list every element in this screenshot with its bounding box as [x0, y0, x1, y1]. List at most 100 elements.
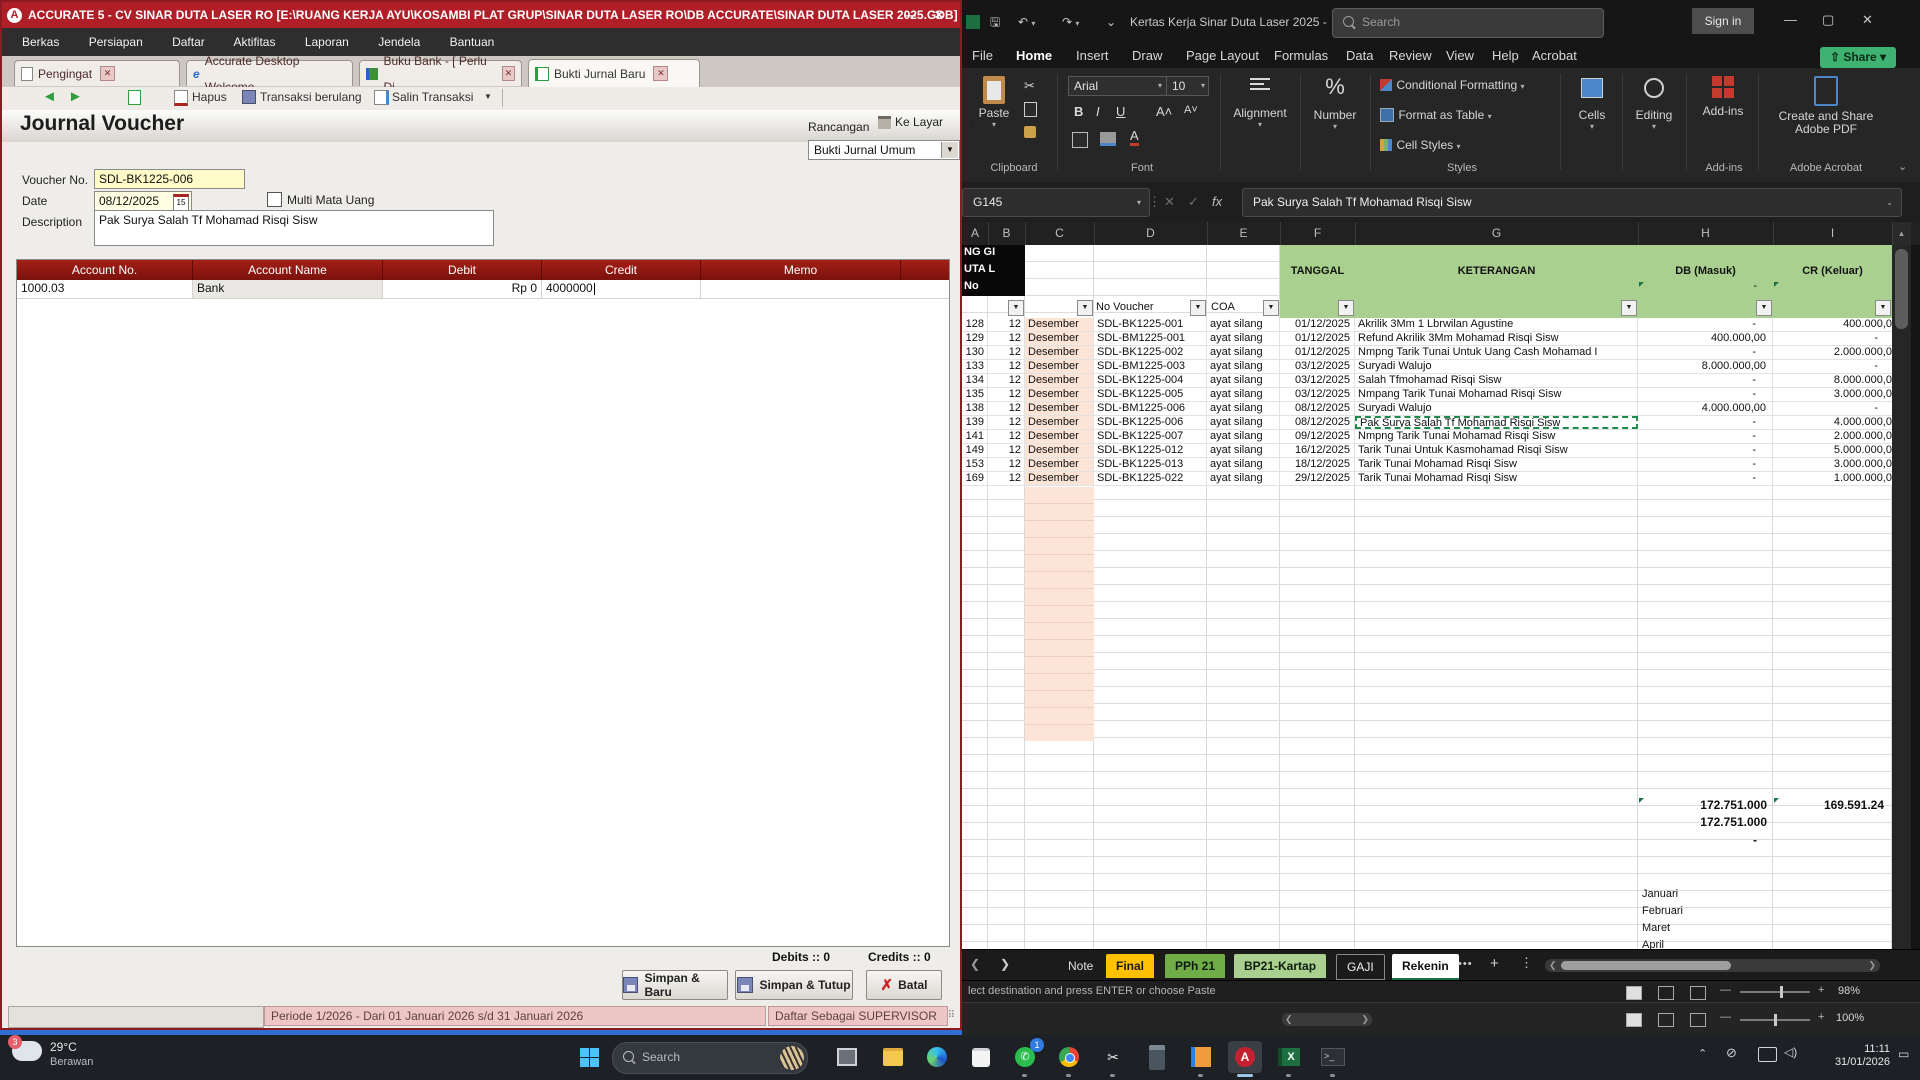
copy-page-icon[interactable]: [128, 90, 141, 105]
collapse-ribbon-icon[interactable]: ⌄: [1898, 160, 1907, 173]
cell-voucher[interactable]: SDL-BM1225-006: [1094, 402, 1207, 415]
cell-account-no[interactable]: 1000.03: [17, 280, 193, 298]
sheet-tab-gaji[interactable]: GAJI: [1336, 954, 1385, 980]
cell-date[interactable]: 03/12/2025: [1280, 374, 1355, 387]
sheet-row-153[interactable]: 15312DesemberSDL-BK1225-013ayat silang18…: [962, 458, 1892, 472]
tab-bukti-jurnal-baru[interactable]: Bukti Jurnal Baru✕: [528, 59, 700, 87]
cell-no[interactable]: 169: [962, 472, 988, 485]
weather-icon[interactable]: 3: [12, 1041, 42, 1061]
task-view-icon[interactable]: [830, 1041, 864, 1073]
fx-icon[interactable]: fx: [1212, 194, 1222, 209]
cell-db[interactable]: -: [1638, 416, 1773, 429]
column-header-C[interactable]: C: [1025, 222, 1095, 245]
normal-view-icon[interactable]: [1626, 986, 1642, 1000]
template-select[interactable]: Bukti Jurnal Umum ▼: [808, 140, 960, 160]
column-header-F[interactable]: F: [1280, 222, 1356, 245]
cell-db[interactable]: 400.000,00: [1638, 332, 1773, 345]
tab-draw[interactable]: Draw: [1130, 44, 1164, 68]
cell-desc[interactable]: Tarik Tunai Mohamad Risqi Sisw: [1355, 458, 1638, 471]
scroll-left-icon[interactable]: ❮: [1549, 959, 1557, 972]
cell-date[interactable]: 08/12/2025: [1280, 402, 1355, 415]
menu-berkas[interactable]: Berkas: [22, 35, 59, 49]
add-sheet-icon[interactable]: +: [1490, 955, 1499, 972]
cast-display-icon[interactable]: [1758, 1047, 1777, 1062]
cancel-entry-icon[interactable]: ✕: [1164, 194, 1175, 210]
more-sheets-icon[interactable]: •••: [1458, 958, 1473, 970]
cell-cr[interactable]: -: [1773, 332, 1892, 345]
normal-view-icon[interactable]: [1626, 1013, 1642, 1027]
cell-cr[interactable]: 5.000.000,0: [1773, 444, 1892, 457]
notepad-icon[interactable]: [1184, 1041, 1218, 1073]
bold-button[interactable]: B: [1074, 104, 1083, 119]
cell-coa[interactable]: ayat silang: [1207, 472, 1280, 485]
tab-file[interactable]: File: [970, 44, 995, 68]
cell-db[interactable]: -: [1638, 346, 1773, 359]
cell-voucher[interactable]: SDL-BK1225-007: [1094, 430, 1207, 443]
edge-icon[interactable]: [920, 1041, 954, 1073]
sign-in-button[interactable]: Sign in: [1692, 8, 1754, 34]
cell-month[interactable]: Desember: [1025, 416, 1094, 429]
simpan-baru-button[interactable]: Simpan & Baru: [622, 970, 728, 1000]
confirm-entry-icon[interactable]: ✓: [1188, 194, 1199, 210]
cell-voucher[interactable]: SDL-BK1225-022: [1094, 472, 1207, 485]
menu-daftar[interactable]: Daftar: [172, 35, 205, 49]
cell-no[interactable]: 128: [962, 318, 988, 331]
page-break-view-icon[interactable]: [1690, 986, 1706, 1000]
cell-desc[interactable]: Suryadi Walujo: [1355, 360, 1638, 373]
cell-month[interactable]: Desember: [1025, 318, 1094, 331]
cell-desc[interactable]: Tarik Tunai Untuk Kasmohamad Risqi Sisw: [1355, 444, 1638, 457]
sheet-row-133[interactable]: 13312DesemberSDL-BM1225-003ayat silang03…: [962, 360, 1892, 374]
cell-credit[interactable]: 4000000: [542, 280, 701, 298]
tab-data[interactable]: Data: [1344, 44, 1375, 68]
voucher-no-input[interactable]: SDL-BK1225-006: [94, 169, 245, 189]
cell-month[interactable]: Desember: [1025, 402, 1094, 415]
zoom-slider[interactable]: [1740, 1019, 1810, 1021]
tab-accurate-desktop-welcome[interactable]: e Accurate Desktop Welcome: [186, 60, 353, 86]
cell-db[interactable]: -: [1638, 458, 1773, 471]
cell-month[interactable]: Desember: [1025, 472, 1094, 485]
sheet-tab-bp21-kartap[interactable]: BP21-Kartap: [1234, 954, 1326, 978]
tab-home[interactable]: Home: [1014, 44, 1054, 71]
cell-day[interactable]: 12: [988, 430, 1025, 443]
col-account-no[interactable]: Account No.: [17, 260, 193, 280]
cell-db[interactable]: 8.000.000,00: [1638, 360, 1773, 373]
cell-day[interactable]: 12: [988, 332, 1025, 345]
cell-coa[interactable]: ayat silang: [1207, 430, 1280, 443]
number-button[interactable]: % Number▾: [1306, 74, 1364, 131]
column-header-I[interactable]: I: [1773, 222, 1893, 245]
excel-search-box[interactable]: Search: [1332, 8, 1604, 38]
sheet-tab-rekening-active[interactable]: Rekenin: [1392, 954, 1459, 981]
sheet-row-169[interactable]: 16912DesemberSDL-BK1225-022ayat silang29…: [962, 472, 1892, 486]
close-button[interactable]: ✕: [1862, 12, 1873, 28]
cell-month[interactable]: Desember: [1025, 374, 1094, 387]
cell-coa[interactable]: ayat silang: [1207, 332, 1280, 345]
filter-funnel-icon[interactable]: ▼: [1077, 300, 1093, 316]
font-color-icon[interactable]: A: [1130, 128, 1139, 146]
page-layout-view-icon[interactable]: [1658, 1013, 1674, 1027]
file-explorer-icon[interactable]: [876, 1041, 910, 1073]
cell-month[interactable]: Desember: [1025, 458, 1094, 471]
cut-icon[interactable]: ✂: [1024, 78, 1035, 94]
close-button[interactable]: ✕: [934, 2, 944, 28]
sheet-next-icon[interactable]: ❯: [1000, 957, 1010, 971]
close-tab-icon[interactable]: ✕: [653, 66, 668, 81]
cell-cr[interactable]: -: [1773, 402, 1892, 415]
tab-buku-bank[interactable]: Buku Bank - [ Perlu Di...✕: [359, 60, 522, 86]
cell-date[interactable]: 01/12/2025: [1280, 346, 1355, 359]
cell-date[interactable]: 01/12/2025: [1280, 318, 1355, 331]
cell-coa[interactable]: ayat silang: [1207, 444, 1280, 457]
tray-chevron-up-icon[interactable]: ⌃: [1698, 1047, 1707, 1060]
cell-month[interactable]: Desember: [1025, 430, 1094, 443]
multi-currency-checkbox[interactable]: [267, 192, 282, 207]
sheet-row-135[interactable]: 13512DesemberSDL-BK1225-005ayat silang03…: [962, 388, 1892, 402]
cell-desc[interactable]: Akrilik 3Mm 1 Lbrwilan Agustine: [1355, 318, 1638, 331]
cell-desc[interactable]: Salah Tfmohamad Risqi Sisw: [1355, 374, 1638, 387]
simpan-tutup-button[interactable]: Simpan & Tutup: [735, 970, 853, 1000]
cell-day[interactable]: 12: [988, 416, 1025, 429]
cell-desc[interactable]: Nmpang Tarik Tunai Mohamad Risqi Sisw: [1355, 388, 1638, 401]
close-tab-icon[interactable]: ✕: [502, 66, 515, 81]
tab-help[interactable]: Help: [1490, 44, 1521, 68]
horizontal-scrollbar[interactable]: ❮ ❯: [1282, 1013, 1372, 1026]
date-input[interactable]: 08/12/2025 15: [94, 191, 192, 211]
forward-icon[interactable]: ►: [68, 88, 83, 105]
